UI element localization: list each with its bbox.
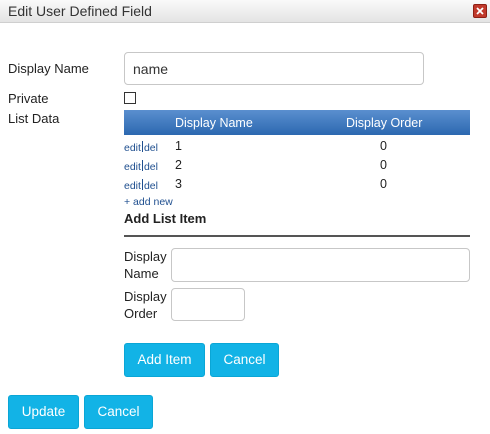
row-display-order: 0 [380, 158, 387, 172]
action-separator [141, 141, 143, 152]
item-display-order-label: Display Order [124, 288, 167, 322]
dialog-titlebar: Edit User Defined Field [0, 0, 490, 23]
delete-link[interactable]: del [144, 161, 158, 173]
column-header-display-order[interactable]: Display Order [346, 116, 422, 130]
row-display-name: 1 [175, 139, 182, 153]
add-item-button[interactable]: Add Item [124, 343, 205, 377]
list-data-label: List Data [8, 111, 60, 126]
column-header-display-name[interactable]: Display Name [175, 116, 253, 130]
item-display-name-label-line1: Display [124, 249, 167, 264]
row-actions: edit del [124, 141, 158, 154]
row-display-order: 0 [380, 139, 387, 153]
add-list-item-title: Add List Item [124, 211, 207, 226]
item-display-name-label-line2: Name [124, 266, 159, 281]
update-button[interactable]: Update [8, 395, 79, 429]
display-name-input[interactable] [124, 52, 424, 85]
edit-link[interactable]: edit [124, 142, 141, 154]
item-display-name-input[interactable] [171, 248, 470, 282]
delete-link[interactable]: del [144, 142, 158, 154]
item-display-order-input[interactable] [171, 288, 245, 321]
row-actions: edit del [124, 160, 158, 173]
close-icon[interactable] [473, 4, 487, 18]
dialog-title: Edit User Defined Field [8, 3, 152, 19]
private-label: Private [8, 91, 49, 106]
item-display-order-label-line2: Order [124, 306, 158, 321]
row-display-name: 3 [175, 177, 182, 191]
delete-link[interactable]: del [144, 180, 158, 192]
item-display-order-label-line1: Display [124, 289, 167, 304]
item-display-name-label: Display Name [124, 248, 167, 282]
display-name-label: Display Name [8, 61, 89, 76]
edit-link[interactable]: edit [124, 180, 141, 192]
edit-link[interactable]: edit [124, 161, 141, 173]
close-x-glyph [476, 7, 484, 15]
row-display-name: 2 [175, 158, 182, 172]
row-actions: edit del [124, 179, 158, 192]
private-checkbox[interactable] [124, 92, 136, 104]
action-separator [141, 179, 143, 190]
list-grid-header: Display Name Display Order [124, 110, 470, 135]
add-new-link[interactable]: + add new [124, 196, 173, 208]
section-divider [124, 235, 470, 237]
item-cancel-button[interactable]: Cancel [210, 343, 279, 377]
action-separator [141, 160, 143, 171]
row-display-order: 0 [380, 177, 387, 191]
table-row: edit del 2 0 [124, 157, 470, 175]
table-row: edit del 1 0 [124, 138, 470, 156]
table-row: edit del 3 0 [124, 176, 470, 194]
cancel-button[interactable]: Cancel [84, 395, 153, 429]
